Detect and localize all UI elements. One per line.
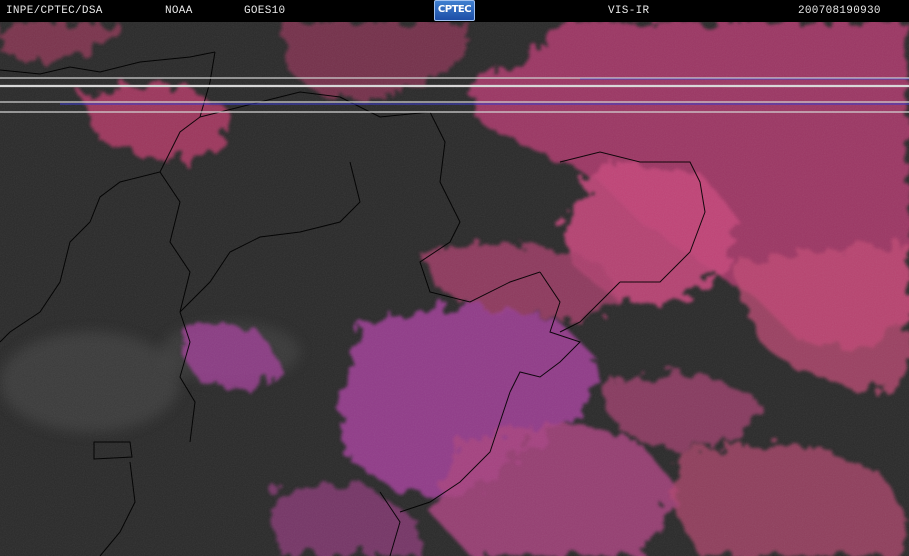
cptec-logo-icon: CPTEC: [434, 0, 475, 21]
channel-label: VIS-IR: [608, 5, 650, 17]
satellite-image: [0, 22, 909, 556]
logo-text: CPTEC: [437, 4, 472, 15]
timestamp-label: 200708190930: [798, 5, 881, 17]
satellite-image-svg: [0, 22, 909, 556]
institution-label: INPE/CPTEC/DSA: [6, 5, 103, 17]
satellite-label: GOES10: [244, 5, 286, 17]
image-header-bar: INPE/CPTEC/DSA NOAA GOES10 CPTEC VIS-IR …: [0, 0, 909, 22]
agency-label: NOAA: [165, 5, 193, 17]
